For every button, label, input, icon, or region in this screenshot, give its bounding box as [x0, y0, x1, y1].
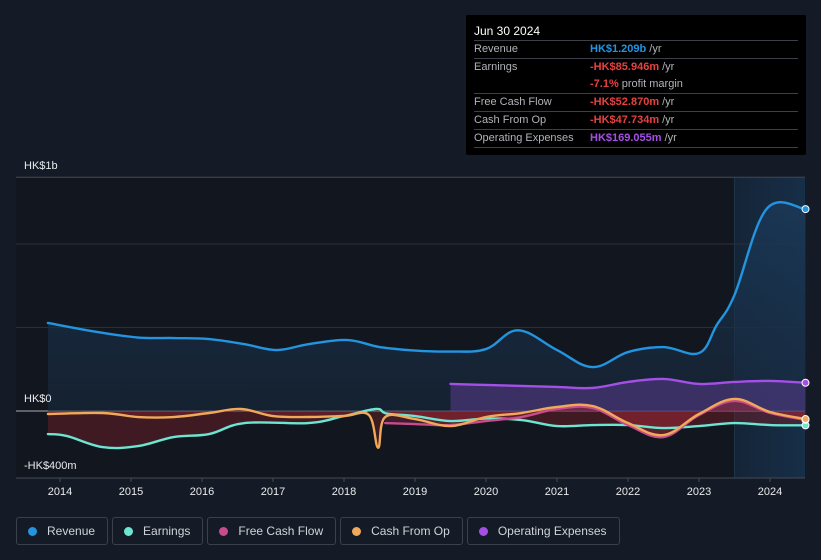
- tooltip-unit: /yr: [662, 61, 675, 73]
- legend-item-free-cash-flow[interactable]: Free Cash Flow: [207, 517, 337, 545]
- x-tick-label: 2018: [332, 486, 356, 498]
- x-tick-label: 2022: [616, 486, 640, 498]
- tooltip-value: -HK$85.946m: [590, 61, 660, 73]
- legend-item-cash-from-op[interactable]: Cash From Op: [340, 517, 463, 545]
- y-axis-label-top: HK$1b: [24, 160, 58, 172]
- tooltip-row-operating-expenses: Operating Expenses HK$169.055m /yr: [474, 130, 798, 148]
- legend-dot-icon: [28, 526, 37, 536]
- endpoint-revenue: [801, 205, 810, 214]
- legend-item-operating-expenses[interactable]: Operating Expenses: [466, 517, 620, 545]
- x-tick-label: 2023: [687, 486, 711, 498]
- legend-label: Earnings: [143, 524, 191, 538]
- legend-label: Free Cash Flow: [238, 524, 324, 538]
- legend-label: Operating Expenses: [497, 524, 607, 538]
- x-tick-label: 2017: [261, 486, 285, 498]
- legend-dot-icon: [352, 526, 362, 536]
- tooltip-label: Revenue: [474, 43, 519, 55]
- tooltip-row-revenue: Revenue HK$1.209b /yr: [474, 41, 798, 59]
- x-tick-label: 2021: [545, 486, 569, 498]
- tooltip-unit: /yr: [662, 96, 675, 108]
- tooltip-label: Free Cash Flow: [474, 96, 552, 108]
- tooltip-unit: /yr: [662, 114, 675, 126]
- tooltip-panel: Jun 30 2024 Revenue HK$1.209b /yr Earnin…: [466, 15, 806, 155]
- chart-legend: Revenue Earnings Free Cash Flow Cash Fro…: [16, 517, 620, 545]
- legend-dot-icon: [219, 526, 229, 536]
- tooltip-value: -7.1%: [590, 78, 619, 90]
- tooltip-unit: profit margin: [621, 78, 683, 90]
- x-tick-label: 2014: [48, 486, 72, 498]
- x-tick-label: 2019: [403, 486, 427, 498]
- x-tick-label: 2015: [119, 486, 143, 498]
- x-tick-label: 2020: [474, 486, 498, 498]
- tooltip-date: Jun 30 2024: [474, 23, 798, 41]
- legend-label: Cash From Op: [371, 524, 450, 538]
- tooltip-row-free-cash-flow: Free Cash Flow -HK$52.870m /yr: [474, 94, 798, 112]
- tooltip-label: Earnings: [474, 61, 518, 73]
- tooltip-value: -HK$47.734m: [590, 114, 660, 126]
- legend-item-earnings[interactable]: Earnings: [112, 517, 204, 545]
- x-tick-label: 2016: [190, 486, 214, 498]
- y-axis-label-bottom: -HK$400m: [24, 460, 77, 472]
- tooltip-unit: /yr: [664, 132, 677, 144]
- legend-item-revenue[interactable]: Revenue: [16, 517, 109, 545]
- tooltip-value: HK$1.209b: [590, 43, 647, 55]
- legend-label: Revenue: [47, 524, 96, 538]
- tooltip-label: [474, 76, 590, 93]
- tooltip-unit: /yr: [649, 43, 662, 55]
- tooltip-value: -HK$52.870m: [590, 96, 660, 108]
- legend-dot-icon: [124, 526, 134, 536]
- tooltip-label: Cash From Op: [474, 114, 547, 126]
- legend-dot-icon: [478, 526, 488, 536]
- endpoint-cash-from-op: [801, 415, 810, 424]
- tooltip-row-earnings: Earnings -HK$85.946m /yr: [474, 59, 798, 76]
- tooltip-row-cash-from-op: Cash From Op -HK$47.734m /yr: [474, 112, 798, 130]
- y-axis-label-zero: HK$0: [24, 393, 52, 405]
- tooltip-row-profit-margin: -7.1% profit margin: [474, 76, 798, 94]
- endpoint-operating-expenses: [801, 378, 810, 387]
- tooltip-value: HK$169.055m: [590, 132, 662, 144]
- x-tick-label: 2024: [758, 486, 782, 498]
- tooltip-label: Operating Expenses: [474, 132, 574, 144]
